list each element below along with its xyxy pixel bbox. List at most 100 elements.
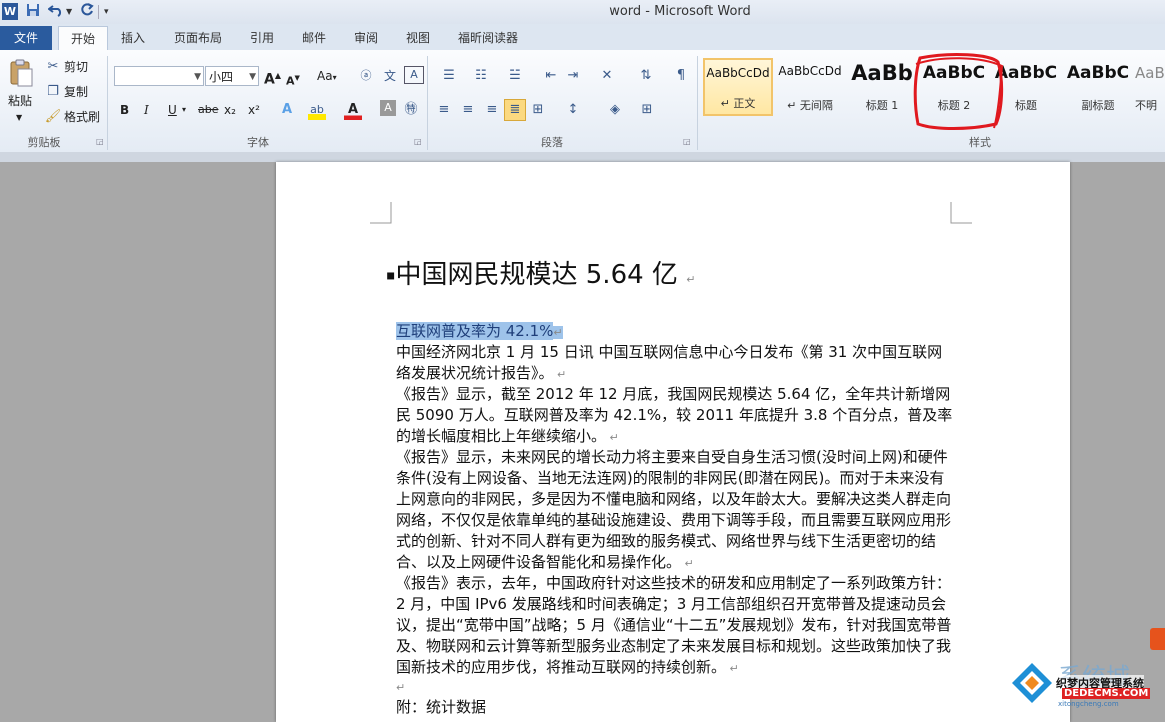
paragraph-dialog-launcher-icon[interactable]: ◲ (683, 137, 691, 146)
show-formatting-marks-icon[interactable]: ¶ (672, 66, 690, 86)
phonetic-guide-icon[interactable]: 文 (380, 66, 400, 86)
increase-indent-icon[interactable]: ⇥ (564, 66, 582, 86)
borders-icon[interactable]: ⊞ (634, 100, 660, 120)
customize-qat-icon[interactable]: ▾ (104, 3, 109, 21)
subscript-button[interactable]: x₂ (224, 100, 236, 120)
qat-divider (98, 5, 99, 19)
margin-corner-mark (370, 202, 392, 224)
shrink-font-button[interactable]: A▼ (286, 68, 300, 92)
margin-corner-mark (950, 202, 972, 224)
document-paragraph[interactable]: 中国经济网北京 1 月 15 日讯 中国互联网信息中心今日发布《第 31 次中国… (396, 342, 956, 385)
tab-view[interactable]: 视图 (396, 26, 440, 50)
watermark-logo-icon (1012, 663, 1052, 703)
paragraph-mark: ↵ (606, 431, 619, 444)
tab-foxit-reader[interactable]: 福昕阅读器 (448, 26, 528, 50)
chevron-down-icon: ▼ (194, 72, 201, 82)
character-border-icon[interactable]: A (404, 66, 424, 84)
text-effects-icon[interactable]: A (278, 100, 296, 120)
italic-button[interactable]: I (144, 100, 149, 120)
paragraph-mark: ↵ (553, 326, 563, 339)
shading-icon[interactable]: ◈ (602, 100, 628, 120)
cut-icon[interactable]: ✂ (44, 57, 62, 77)
paste-dropdown-icon[interactable]: ▼ (16, 108, 22, 128)
strikethrough-button[interactable]: abe (198, 100, 219, 120)
red-circle-annotation (913, 53, 1004, 130)
cut-button[interactable]: 剪切 (64, 57, 88, 77)
style-normal[interactable]: AaBbCcDd ↵ 正文 (703, 58, 773, 116)
align-right-icon[interactable]: ≡ (482, 100, 502, 120)
character-shading-icon[interactable]: A (380, 100, 396, 116)
change-case-button[interactable]: Aa▾ (317, 66, 337, 88)
style-no-spacing[interactable]: AaBbCcDd ↵ 无间隔 (775, 58, 845, 116)
redo-icon[interactable] (80, 3, 94, 21)
group-divider (107, 56, 108, 150)
superscript-button[interactable]: x² (248, 100, 260, 120)
paragraph-mark: ↵ (681, 557, 694, 570)
document-page[interactable]: ▪中国网民规模达 5.64 亿 ↵ 互联网普及率为 42.1%↵ 中国经济网北京… (276, 162, 1070, 722)
group-divider (697, 56, 698, 150)
window-title: word - Microsoft Word (609, 4, 751, 19)
align-center-icon[interactable]: ≡ (458, 100, 478, 120)
tab-insert[interactable]: 插入 (112, 26, 154, 50)
numbering-icon[interactable]: ☷ (468, 66, 494, 86)
undo-icon[interactable] (47, 3, 64, 21)
underline-button[interactable]: U (168, 100, 177, 120)
styles-group-label: 样式 (969, 136, 991, 149)
font-group-label: 字体 (247, 136, 269, 149)
side-widget-tab[interactable] (1150, 628, 1165, 650)
tab-file[interactable]: 文件 (0, 26, 52, 50)
paragraph-mark: ↵ (396, 681, 406, 694)
line-spacing-icon[interactable]: ↕ (560, 100, 586, 120)
tab-references[interactable]: 引用 (240, 26, 284, 50)
save-icon[interactable] (26, 3, 40, 21)
tab-review[interactable]: 审阅 (344, 26, 388, 50)
distributed-icon[interactable]: ⊞ (528, 100, 548, 120)
decrease-indent-icon[interactable]: ⇤ (542, 66, 560, 86)
bold-button[interactable]: B (120, 100, 129, 120)
enclose-characters-icon[interactable]: ㊕ (402, 100, 420, 120)
tab-home[interactable]: 开始 (58, 26, 108, 52)
document-paragraph[interactable]: 《报告》显示，截至 2012 年 12 月底，我国网民规模达 5.64 亿，全年… (396, 384, 956, 448)
paragraph-mark: ↵ (686, 273, 696, 286)
underline-dropdown-icon[interactable]: ▾ (182, 100, 186, 120)
word-app-icon[interactable]: W (2, 3, 18, 20)
paste-icon[interactable] (8, 58, 34, 88)
paragraph-mark: ↵ (726, 662, 739, 675)
bullets-icon[interactable]: ☰ (436, 66, 462, 86)
undo-dropdown-icon[interactable]: ▼ (66, 3, 72, 21)
align-left-icon[interactable]: ≡ (434, 100, 454, 120)
clipboard-dialog-launcher-icon[interactable]: ◲ (96, 137, 104, 146)
empty-paragraph[interactable]: ↵ (396, 676, 956, 698)
document-paragraph[interactable]: 《报告》表示，去年，中国政府针对这些技术的研发和应用制定了一系列政策方针：2 月… (396, 573, 956, 679)
copy-icon[interactable]: ❐ (44, 82, 62, 102)
tab-mailings[interactable]: 邮件 (292, 26, 336, 50)
font-size-combo[interactable]: 小四 ▼ (205, 66, 259, 86)
chevron-down-icon: ▼ (249, 72, 256, 82)
chinese-layout-icon[interactable]: ✕ (596, 66, 618, 86)
group-divider (427, 56, 428, 150)
document-paragraph[interactable]: 《报告》显示，未来网民的增长动力将主要来自受自身生活习惯(没时间上网)和硬件条件… (396, 447, 956, 574)
format-painter-icon[interactable]: 🖌 (44, 107, 62, 127)
sort-icon[interactable]: ⇅ (636, 66, 656, 86)
ruler-area (0, 152, 1165, 162)
style-heading-1[interactable]: AaBb 标题 1 (847, 58, 917, 116)
clear-formatting-icon[interactable]: ⓐ (356, 66, 376, 86)
grow-font-button[interactable]: A▲ (264, 66, 281, 90)
document-heading[interactable]: ▪中国网民规模达 5.64 亿 ↵ (386, 260, 695, 295)
style-subtitle[interactable]: AaBbC 副标题 (1063, 58, 1133, 116)
copy-button[interactable]: 复制 (64, 82, 88, 102)
tab-page-layout[interactable]: 页面布局 (164, 26, 232, 50)
site-watermark: 系统城 织梦内容管理系统 DEDECMS.COM xitongcheng.com (1010, 655, 1165, 708)
paragraph-group-label: 段落 (541, 136, 563, 149)
font-name-combo[interactable]: ▼ (114, 66, 204, 86)
font-color-icon[interactable]: A (344, 100, 362, 120)
watermark-line2: DEDECMS.COM (1062, 688, 1151, 699)
style-subtle-emphasis[interactable]: AaBb 不明 (1135, 58, 1165, 116)
multilevel-list-icon[interactable]: ☱ (502, 66, 528, 86)
format-painter-button[interactable]: 格式刷 (64, 107, 100, 127)
highlight-icon[interactable]: ab (308, 100, 326, 120)
font-dialog-launcher-icon[interactable]: ◲ (414, 137, 422, 146)
justify-icon[interactable]: ≣ (504, 99, 526, 121)
document-subheading[interactable]: 互联网普及率为 42.1%↵ (396, 321, 956, 343)
watermark-line3: xitongcheng.com (1058, 700, 1119, 708)
